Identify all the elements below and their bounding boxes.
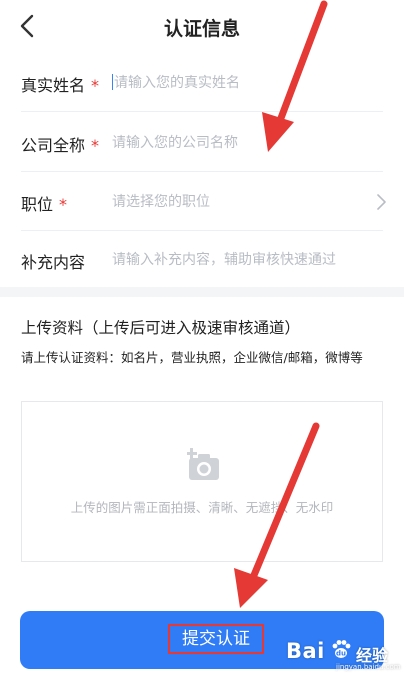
supplement-input[interactable]: 请输入补充内容，辅助审核快速通过 (112, 249, 382, 269)
real-name-input[interactable]: 请输入您的真实姓名 (112, 72, 382, 92)
page-title: 认证信息 (163, 18, 240, 40)
upload-hint: 上传的图片需正面拍摄、清晰、无遮挡、无水印 (70, 500, 334, 515)
watermark-url: jingyan.baidu.com (336, 663, 401, 671)
company-name-label: 公司全称 * (21, 136, 100, 155)
required-mark: * (91, 136, 100, 155)
section-divider (0, 287, 404, 297)
company-name-input[interactable]: 请输入您的公司名称 (112, 132, 382, 152)
chevron-right-icon[interactable] (374, 193, 388, 211)
text-caret (112, 74, 113, 90)
paw-icon: du (332, 640, 351, 658)
supplement-label: 补充内容 (21, 253, 86, 272)
row-divider (21, 111, 383, 112)
form-row-supplement: 补充内容 请输入补充内容，辅助审核快速通过 (0, 231, 404, 289)
row-divider (21, 171, 383, 172)
svg-text:du: du (336, 650, 346, 658)
watermark-text: Bai (286, 639, 325, 663)
upload-section-title: 上传资料（上传后可进入极速审核通道） (21, 319, 301, 337)
upload-description: 请上传认证资料：如名片，营业执照，企业微信/邮箱，微博等 (21, 350, 363, 365)
header-bar: 认证信息 (0, 0, 404, 54)
real-name-label: 真实姓名 * (21, 76, 100, 95)
image-upload-area[interactable]: 上传的图片需正面拍摄、清晰、无遮挡、无水印 (21, 401, 383, 562)
form-row-company-name: 公司全称 * 请输入您的公司名称 (0, 114, 404, 172)
form-row-position[interactable]: 职位 * 请选择您的职位 (0, 173, 404, 231)
baidu-watermark: Bai du 经验 jingyan.baidu.com (286, 636, 401, 672)
required-mark: * (91, 76, 100, 95)
form-row-real-name: 真实姓名 * 请输入您的真实姓名 (0, 54, 404, 112)
position-select[interactable]: 请选择您的职位 (112, 191, 382, 211)
required-mark: * (59, 195, 68, 214)
position-label: 职位 * (21, 195, 68, 214)
submit-button-label: 提交认证 (168, 624, 264, 654)
camera-add-icon (187, 448, 219, 480)
